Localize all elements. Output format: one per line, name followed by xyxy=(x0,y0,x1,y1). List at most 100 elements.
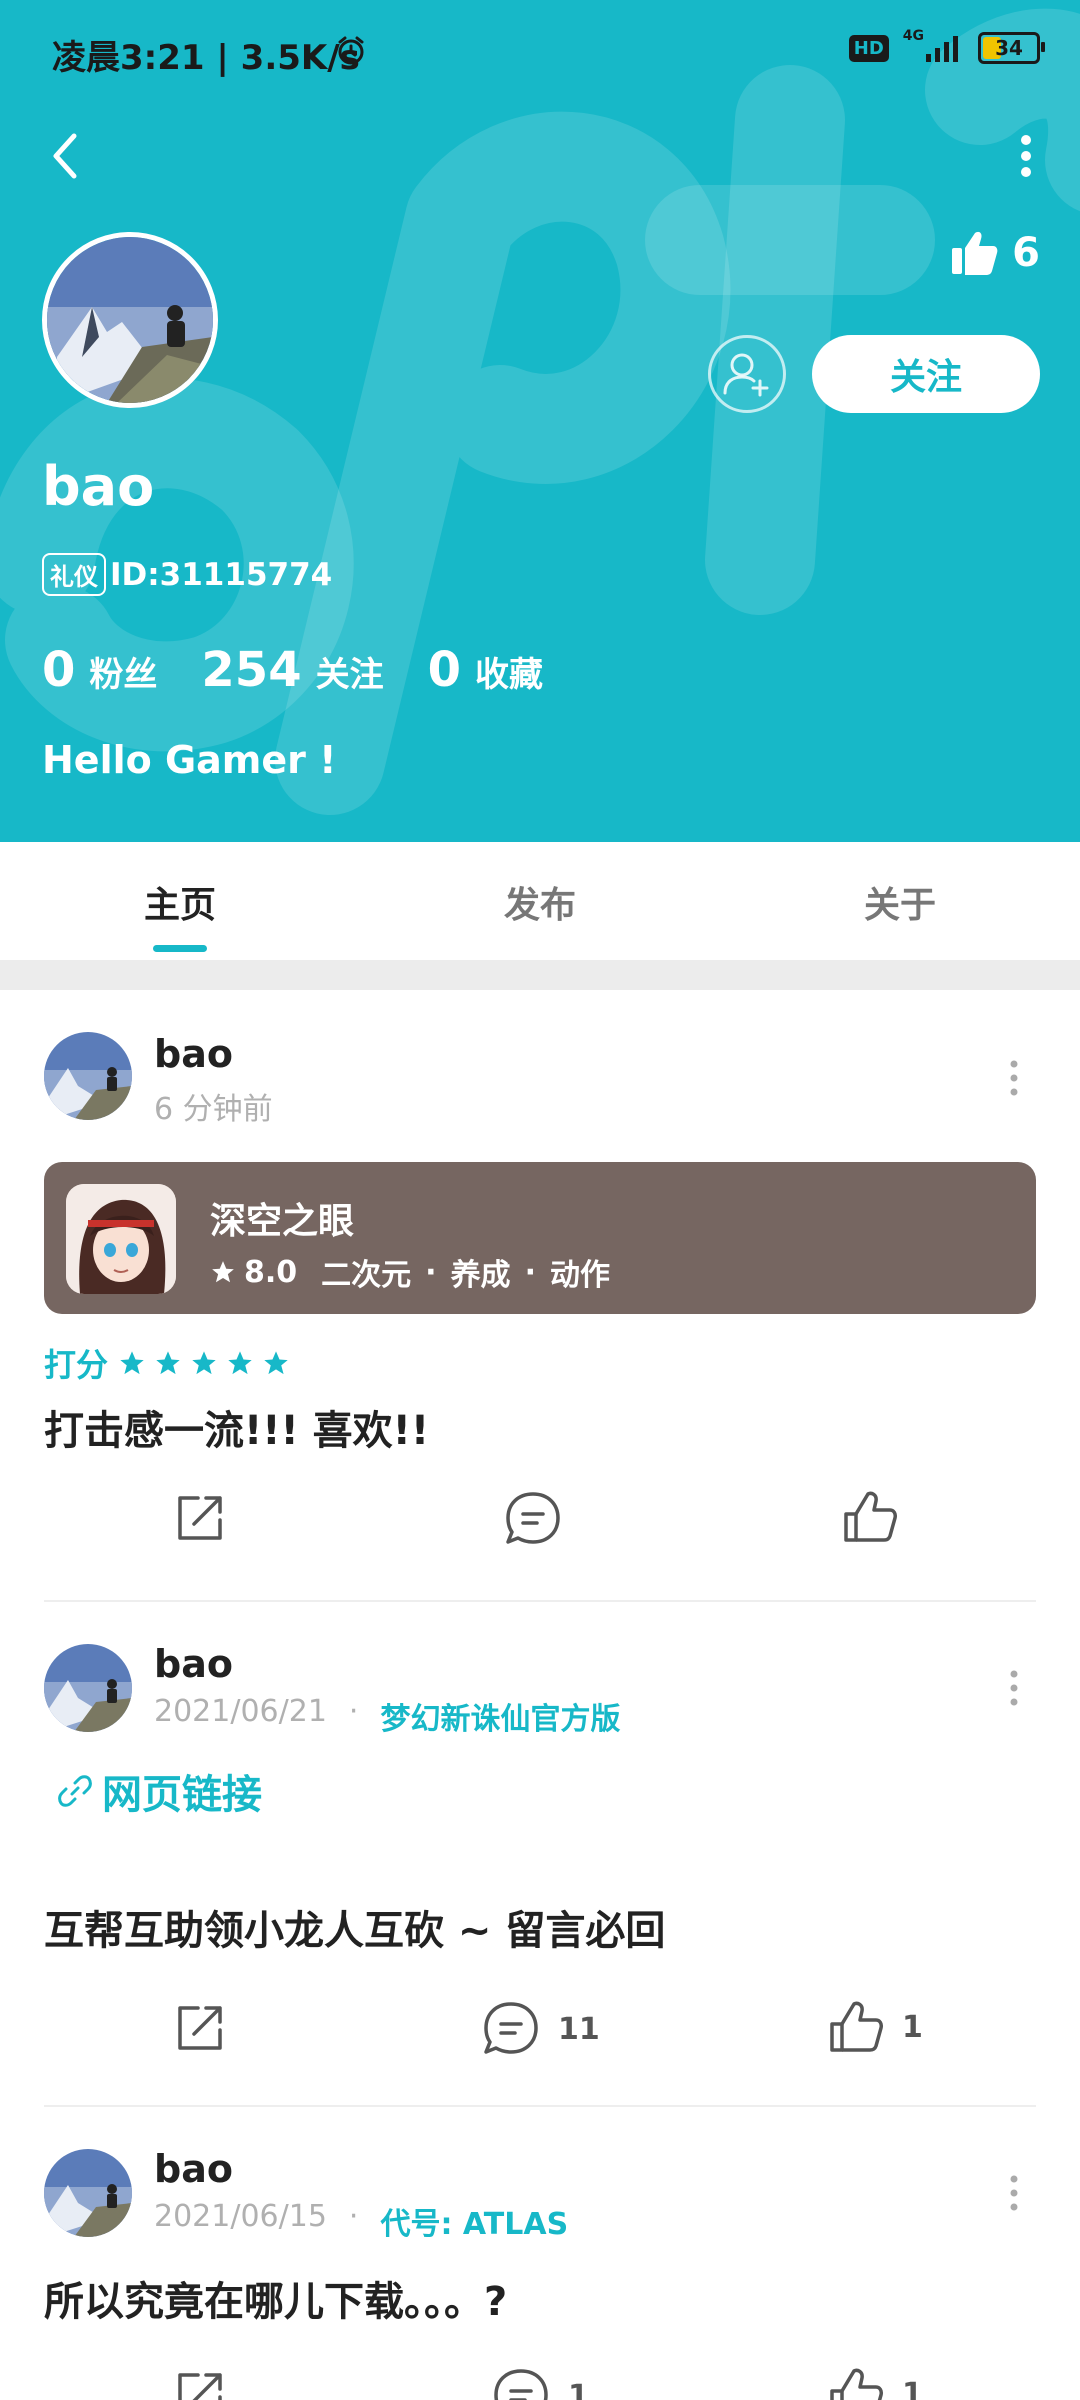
post-text[interactable]: 打击感一流!!! 喜欢!! xyxy=(44,1398,429,1456)
share-button[interactable] xyxy=(172,1490,228,1546)
post-meta: 6 分钟前 xyxy=(154,1084,273,1128)
etiquette-badge[interactable]: 礼仪 xyxy=(42,553,106,596)
network-label: 4G xyxy=(902,28,924,44)
like-count: 1 xyxy=(902,2376,923,2400)
game-tag: 动作 xyxy=(549,1258,610,1293)
post-avatar[interactable] xyxy=(44,1644,132,1732)
post-author[interactable]: bao xyxy=(154,1642,233,1686)
user-profile-page: 凌晨3:21 | 3.5K/s HD 4G 34 6 关注 bao 礼仪 ID:… xyxy=(0,0,1080,2400)
comment-count: 1 xyxy=(568,2378,589,2400)
section-separator xyxy=(0,960,1080,990)
back-arrow-icon[interactable] xyxy=(38,126,98,186)
profile-stats: 0 粉丝 254 关注 0 收藏 xyxy=(42,642,587,698)
tag-separator: · xyxy=(524,1254,536,1290)
like-button[interactable]: 1 xyxy=(828,2367,923,2400)
feed-post: bao 6 分钟前 深空之眼 8.0 二次元 · 养成 · 动作 打分 打击感一… xyxy=(0,990,1080,1602)
game-score: 8.0 xyxy=(244,1254,298,1290)
comment-button[interactable]: 11 xyxy=(482,2000,600,2058)
rating-star-icon xyxy=(264,1351,288,1375)
post-text[interactable]: 所以究竟在哪儿下载。。。? xyxy=(44,2269,507,2327)
game-cover-image xyxy=(66,1184,176,1294)
rating-star-icon xyxy=(192,1351,216,1375)
share-button[interactable] xyxy=(172,2000,228,2056)
add-user-icon xyxy=(723,353,769,397)
more-vertical-icon[interactable] xyxy=(1006,1668,1022,1708)
star-icon xyxy=(212,1261,234,1283)
avatar-image xyxy=(47,237,213,403)
web-link-label: 网页链接 xyxy=(102,1772,262,1818)
stat-following[interactable]: 254 关注 xyxy=(201,642,383,698)
avatar-image xyxy=(44,1644,132,1732)
avatar-image xyxy=(44,1032,132,1120)
post-meta: 2021/06/21 · 梦幻新诛仙官方版 xyxy=(154,1694,620,1738)
rating-row: 打分 xyxy=(44,1340,290,1386)
rating-star-icon xyxy=(120,1351,144,1375)
status-bar: 凌晨3:21 | 3.5K/s HD 4G 34 xyxy=(52,28,1045,78)
profile-avatar[interactable] xyxy=(42,232,218,408)
share-icon xyxy=(178,1496,222,1540)
game-tags: 8.0 二次元 · 养成 · 动作 xyxy=(210,1250,610,1294)
tab-about[interactable]: 关于 xyxy=(720,842,1080,960)
stat-favorites[interactable]: 0 收藏 xyxy=(428,642,543,698)
post-time: 6 分钟前 xyxy=(154,1092,273,1127)
tab-home[interactable]: 主页 xyxy=(0,842,360,960)
stat-followers[interactable]: 0 粉丝 xyxy=(42,642,157,698)
feed-post: bao 2021/06/21 · 梦幻新诛仙官方版 网页链接 互帮互助领小龙人互… xyxy=(0,1600,1080,2107)
battery-icon: 34 xyxy=(978,32,1045,64)
rating-star-icon xyxy=(156,1351,180,1375)
web-link[interactable]: 网页链接 xyxy=(58,1762,262,1820)
stat-label: 粉丝 xyxy=(89,655,158,695)
stat-label: 收藏 xyxy=(475,655,544,695)
share-button[interactable] xyxy=(172,2367,228,2400)
comment-button[interactable]: 1 xyxy=(492,2367,589,2400)
user-id: ID:31115774 xyxy=(110,556,333,593)
post-game-link[interactable]: 代号: ATLAS xyxy=(380,2199,568,2243)
profile-like-counter[interactable]: 6 xyxy=(950,230,1040,276)
comment-count: 11 xyxy=(558,2011,600,2047)
post-avatar[interactable] xyxy=(44,1032,132,1120)
stat-label: 关注 xyxy=(315,655,384,695)
game-icon xyxy=(66,1184,176,1294)
link-icon xyxy=(58,1775,92,1807)
post-text[interactable]: 互帮互助领小龙人互砍 ~ 留言必回 xyxy=(44,1898,665,1956)
alarm-icon xyxy=(338,36,364,65)
post-author[interactable]: bao xyxy=(154,1032,233,1076)
meta-separator: · xyxy=(348,2199,359,2234)
stat-value: 254 xyxy=(201,642,302,698)
post-meta: 2021/06/15 · 代号: ATLAS xyxy=(154,2199,568,2243)
profile-tabs: 主页 发布 关于 xyxy=(0,842,1080,960)
signal-icon xyxy=(926,36,958,62)
post-game-link[interactable]: 梦幻新诛仙官方版 xyxy=(380,1694,620,1738)
user-id-row: 礼仪 ID:31115774 xyxy=(42,553,332,596)
post-author[interactable]: bao xyxy=(154,2147,233,2191)
post-action-bar: 1 1 xyxy=(0,2367,1080,2400)
status-indicators: HD 4G 34 xyxy=(848,28,1045,64)
like-button[interactable]: 1 xyxy=(828,2000,923,2054)
more-vertical-icon[interactable] xyxy=(1006,1058,1022,1098)
thumbs-up-outline-icon xyxy=(830,2001,883,2052)
comment-icon xyxy=(494,2369,548,2400)
comment-button[interactable] xyxy=(504,1490,562,1548)
post-action-bar xyxy=(0,1490,1080,1570)
profile-header: 凌晨3:21 | 3.5K/s HD 4G 34 6 关注 bao 礼仪 ID:… xyxy=(0,0,1080,842)
meta-separator: · xyxy=(348,1694,359,1729)
share-icon xyxy=(178,2006,222,2050)
rating-star-icon xyxy=(228,1351,252,1375)
profile-like-count: 6 xyxy=(1012,230,1040,276)
profile-username: bao xyxy=(42,455,155,518)
game-tag: 二次元 xyxy=(321,1258,412,1293)
game-card[interactable]: 深空之眼 8.0 二次元 · 养成 · 动作 xyxy=(44,1162,1036,1314)
feed-post: bao 2021/06/15 · 代号: ATLAS 所以究竟在哪儿下载。。。? xyxy=(0,2105,1080,2400)
add-friend-button[interactable] xyxy=(708,335,786,413)
battery-level: 34 xyxy=(995,36,1023,60)
game-name: 深空之眼 xyxy=(210,1201,355,1242)
post-avatar[interactable] xyxy=(44,2149,132,2237)
like-button[interactable] xyxy=(842,1490,898,1544)
tag-separator: · xyxy=(425,1254,437,1290)
more-vertical-icon[interactable] xyxy=(1006,2173,1022,2213)
rating-label: 打分 xyxy=(44,1346,109,1384)
follow-button[interactable]: 关注 xyxy=(812,335,1040,413)
more-vertical-icon[interactable] xyxy=(990,126,1050,186)
avatar-image xyxy=(44,2149,132,2237)
tab-posts[interactable]: 发布 xyxy=(360,842,720,960)
